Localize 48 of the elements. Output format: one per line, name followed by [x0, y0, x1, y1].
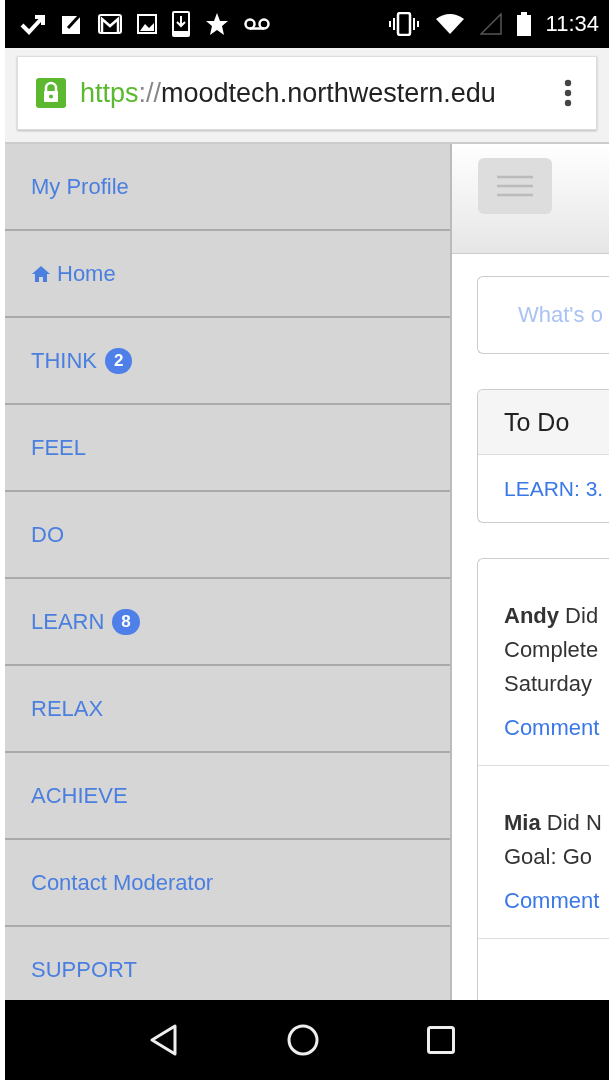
sidebar-label: SUPPORT [31, 956, 137, 983]
sidebar-label: RELAX [31, 695, 104, 722]
home-icon [31, 264, 51, 283]
back-icon[interactable] [149, 1024, 179, 1056]
activity-text: Andy Did Complete Saturday [504, 602, 600, 698]
wifi-icon [434, 13, 465, 35]
sidebar-item[interactable]: DO [5, 492, 450, 579]
card-title: To Do [504, 407, 570, 437]
sidebar-label: THINK [31, 347, 97, 374]
status-input-field[interactable]: What's o [477, 276, 609, 354]
sidebar-label: My Profile [31, 173, 129, 200]
todo-link[interactable]: LEARN: 3. [504, 476, 604, 501]
sidebar-item[interactable]: ACHIEVE [5, 753, 450, 840]
star-icon [205, 12, 229, 36]
count-badge: 8 [112, 608, 140, 635]
vibrate-icon [387, 12, 420, 36]
clock-time: 11:34 [545, 11, 599, 37]
url-text: https://moodtech.northwestern.edu [80, 77, 497, 109]
sidebar-label: FEEL [31, 434, 87, 461]
battery-icon [516, 12, 531, 36]
sidebar-item[interactable]: FEEL [5, 405, 450, 492]
sidebar-label: DO [31, 521, 64, 548]
edit-icon [61, 13, 83, 35]
more-icon[interactable] [564, 79, 572, 107]
download-icon [172, 11, 190, 37]
sidebar-label: ACHIEVE [31, 782, 128, 809]
sidebar-item[interactable]: Contact Moderator [5, 840, 450, 927]
sidebar-item[interactable]: LEARN 8 [5, 579, 450, 666]
sidebar-label: LEARN [31, 608, 105, 635]
menu-icon [496, 175, 534, 197]
comment-link[interactable]: Comment [504, 888, 600, 913]
mail-icon [98, 14, 122, 34]
sidebar-item[interactable]: Home [5, 231, 450, 318]
count-badge: 2 [105, 347, 133, 374]
image-icon [137, 14, 157, 34]
sidebar-label: Home [57, 260, 116, 287]
home-circle-icon[interactable] [287, 1024, 319, 1056]
address-bar[interactable]: https://moodtech.northwestern.edu [17, 56, 597, 130]
recents-icon[interactable] [427, 1026, 455, 1054]
check-icon [20, 13, 46, 35]
voicemail-icon [244, 17, 270, 31]
comment-link[interactable]: Comment [504, 715, 600, 740]
sidebar-item[interactable]: RELAX [5, 666, 450, 753]
sidebar-item[interactable]: THINK 2 [5, 318, 450, 405]
sidebar-item[interactable]: My Profile [5, 144, 450, 231]
sidebar-label: Contact Moderator [31, 869, 214, 896]
activity-text: Mia Did N Goal: Go [504, 809, 603, 871]
signal-icon [479, 13, 502, 35]
